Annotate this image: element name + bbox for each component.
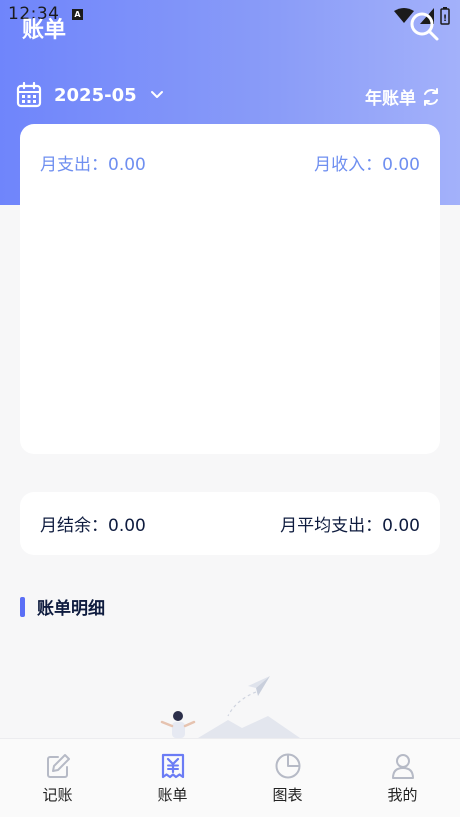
search-icon: [410, 12, 439, 41]
tab-record-label: 记账: [42, 785, 73, 804]
chevron-down-icon: [150, 91, 163, 98]
refresh-icon: [424, 87, 438, 106]
monthly-average-expense: 月平均支出：0.00: [280, 516, 420, 536]
year-bill-label: 年账单: [365, 89, 416, 109]
svg-text:!: !: [443, 14, 447, 24]
search-button[interactable]: [408, 10, 440, 42]
monthly-balance: 月结余：0.00: [40, 516, 146, 536]
page-title: 账单: [22, 18, 67, 43]
bottom-tab-bar: 记账 账单 图表 我的: [0, 738, 460, 817]
monthly-income: 月收入：0.00: [314, 155, 420, 175]
monthly-expense: 月支出：0.00: [40, 155, 146, 175]
balance-card: 月结余：0.00 月平均支出：0.00: [20, 492, 440, 555]
tab-chart[interactable]: 图表: [230, 752, 345, 805]
pie-chart-icon: [275, 753, 300, 778]
date-picker[interactable]: 2025-05: [16, 82, 165, 108]
bill-icon: [161, 753, 184, 778]
calendar-icon: [16, 82, 42, 108]
tab-chart-label: 图表: [272, 785, 303, 804]
tab-record[interactable]: 记账: [0, 752, 115, 805]
monthly-summary-card: 月支出：0.00 月收入：0.00: [20, 124, 440, 454]
current-month: 2025-05: [54, 84, 137, 106]
status-bar: 12:34 A !: [0, 0, 460, 32]
battery-icon: !: [440, 7, 450, 25]
bill-details-title: 账单明细: [37, 599, 105, 619]
summary-row: 月支出：0.00 月收入：0.00: [40, 150, 420, 175]
tab-bill-label: 账单: [157, 785, 188, 804]
tab-bill[interactable]: 账单: [115, 752, 230, 805]
status-a-icon: A: [72, 9, 83, 20]
user-icon: [391, 753, 414, 779]
bill-details-header: 账单明细: [20, 594, 105, 619]
year-bill-button[interactable]: 年账单: [365, 84, 442, 109]
section-accent-bar: [20, 596, 25, 617]
tab-profile[interactable]: 我的: [345, 752, 460, 805]
edit-icon: [46, 753, 70, 778]
tab-profile-label: 我的: [387, 785, 418, 804]
empty-state-illustration: [160, 676, 300, 738]
